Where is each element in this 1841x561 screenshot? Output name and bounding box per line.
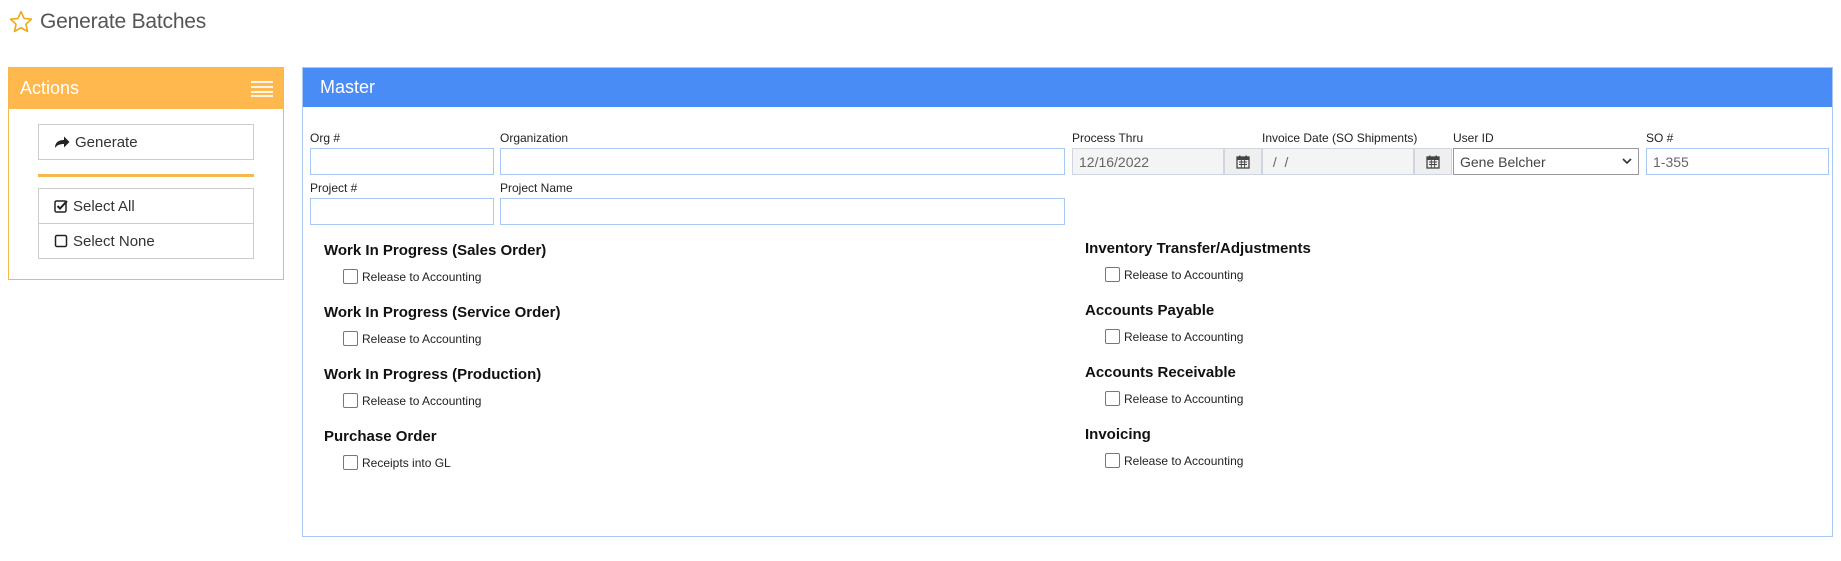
section-title-wip-service: Work In Progress (Service Order) bbox=[324, 304, 561, 321]
inventory-transfer-release-option[interactable]: Release to Accounting bbox=[1105, 267, 1243, 282]
share-arrow-icon bbox=[55, 136, 70, 148]
process-thru-input[interactable]: 12/16/2022 bbox=[1072, 148, 1224, 175]
purchase-order-receipts-checkbox[interactable] bbox=[343, 455, 358, 470]
so-num-label: SO # bbox=[1646, 131, 1674, 145]
actions-title: Actions bbox=[20, 78, 80, 98]
process-thru-calendar-button[interactable] bbox=[1224, 148, 1262, 175]
organization-input[interactable] bbox=[500, 148, 1065, 175]
master-panel: Master Org # Organization Process Thru 1… bbox=[302, 67, 1833, 537]
project-name-label: Project Name bbox=[500, 181, 573, 195]
purchase-order-receipts-label: Receipts into GL bbox=[362, 455, 451, 470]
organization-label: Organization bbox=[500, 131, 569, 145]
section-title-accounts-payable: Accounts Payable bbox=[1085, 302, 1215, 319]
accounts-payable-release-option[interactable]: Release to Accounting bbox=[1105, 329, 1243, 344]
generate-label: Generate bbox=[75, 133, 138, 151]
section-title-purchase-order: Purchase Order bbox=[324, 428, 437, 445]
invoicing-release-checkbox[interactable] bbox=[1105, 453, 1120, 468]
generate-button[interactable]: Generate bbox=[38, 124, 254, 160]
inventory-transfer-release-label: Release to Accounting bbox=[1124, 267, 1244, 282]
actions-header: Actions bbox=[9, 68, 283, 109]
wip-sales-release-label: Release to Accounting bbox=[362, 269, 482, 284]
page-title: Generate Batches bbox=[40, 10, 207, 33]
wip-service-release-option[interactable]: Release to Accounting bbox=[343, 331, 481, 346]
section-title-wip-sales: Work In Progress (Sales Order) bbox=[324, 242, 547, 259]
page-header: Generate Batches bbox=[8, 7, 206, 37]
wip-sales-release-option[interactable]: Release to Accounting bbox=[343, 269, 481, 284]
star-icon[interactable] bbox=[8, 9, 34, 35]
project-num-label: Project # bbox=[310, 181, 358, 195]
wip-service-release-label: Release to Accounting bbox=[362, 331, 482, 346]
master-header: Master bbox=[303, 68, 1832, 107]
invoicing-release-label: Release to Accounting bbox=[1124, 453, 1244, 468]
project-name-input[interactable] bbox=[500, 198, 1065, 225]
calendar-icon bbox=[1236, 155, 1250, 169]
select-all-button[interactable]: Select All bbox=[38, 188, 254, 224]
wip-service-release-checkbox[interactable] bbox=[343, 331, 358, 346]
purchase-order-receipts-option[interactable]: Receipts into GL bbox=[343, 455, 451, 470]
wip-production-release-checkbox[interactable] bbox=[343, 393, 358, 408]
org-num-label: Org # bbox=[310, 131, 341, 145]
invoicing-release-option[interactable]: Release to Accounting bbox=[1105, 453, 1243, 468]
accounts-receivable-release-checkbox[interactable] bbox=[1105, 391, 1120, 406]
org-num-input[interactable] bbox=[310, 148, 494, 175]
so-num-input[interactable]: 1-355 bbox=[1646, 148, 1829, 175]
user-id-select[interactable]: Gene Belcher bbox=[1453, 148, 1639, 175]
select-all-label: Select All bbox=[73, 197, 135, 215]
wip-sales-release-checkbox[interactable] bbox=[343, 269, 358, 284]
section-title-accounts-receivable: Accounts Receivable bbox=[1085, 364, 1236, 381]
actions-panel: Actions Generate Select All Select None bbox=[8, 67, 284, 280]
calendar-icon bbox=[1426, 155, 1440, 169]
chevron-down-icon bbox=[1622, 158, 1632, 165]
section-title-wip-production: Work In Progress (Production) bbox=[324, 366, 542, 383]
accounts-receivable-release-label: Release to Accounting bbox=[1124, 391, 1244, 406]
empty-box-icon bbox=[54, 234, 68, 248]
process-thru-label: Process Thru bbox=[1072, 131, 1144, 145]
invoice-date-label: Invoice Date (SO Shipments) bbox=[1262, 131, 1418, 145]
hamburger-menu-icon[interactable] bbox=[251, 80, 273, 97]
accounts-receivable-release-option[interactable]: Release to Accounting bbox=[1105, 391, 1243, 406]
accounts-payable-release-checkbox[interactable] bbox=[1105, 329, 1120, 344]
accounts-payable-release-label: Release to Accounting bbox=[1124, 329, 1244, 344]
section-title-invoicing: Invoicing bbox=[1085, 426, 1151, 443]
invoice-date-input[interactable]: / / bbox=[1262, 148, 1414, 175]
inventory-transfer-release-checkbox[interactable] bbox=[1105, 267, 1120, 282]
project-num-input[interactable] bbox=[310, 198, 494, 225]
select-none-label: Select None bbox=[73, 232, 155, 250]
master-title: Master bbox=[320, 77, 376, 97]
invoice-date-calendar-button[interactable] bbox=[1414, 148, 1452, 175]
wip-production-release-label: Release to Accounting bbox=[362, 393, 482, 408]
checked-box-icon bbox=[54, 200, 68, 213]
user-id-label: User ID bbox=[1453, 131, 1494, 145]
wip-production-release-option[interactable]: Release to Accounting bbox=[343, 393, 481, 408]
select-none-button[interactable]: Select None bbox=[38, 223, 254, 259]
user-id-value: Gene Belcher bbox=[1460, 153, 1546, 170]
actions-divider bbox=[38, 174, 254, 177]
section-title-inventory-transfer: Inventory Transfer/Adjustments bbox=[1085, 240, 1311, 257]
